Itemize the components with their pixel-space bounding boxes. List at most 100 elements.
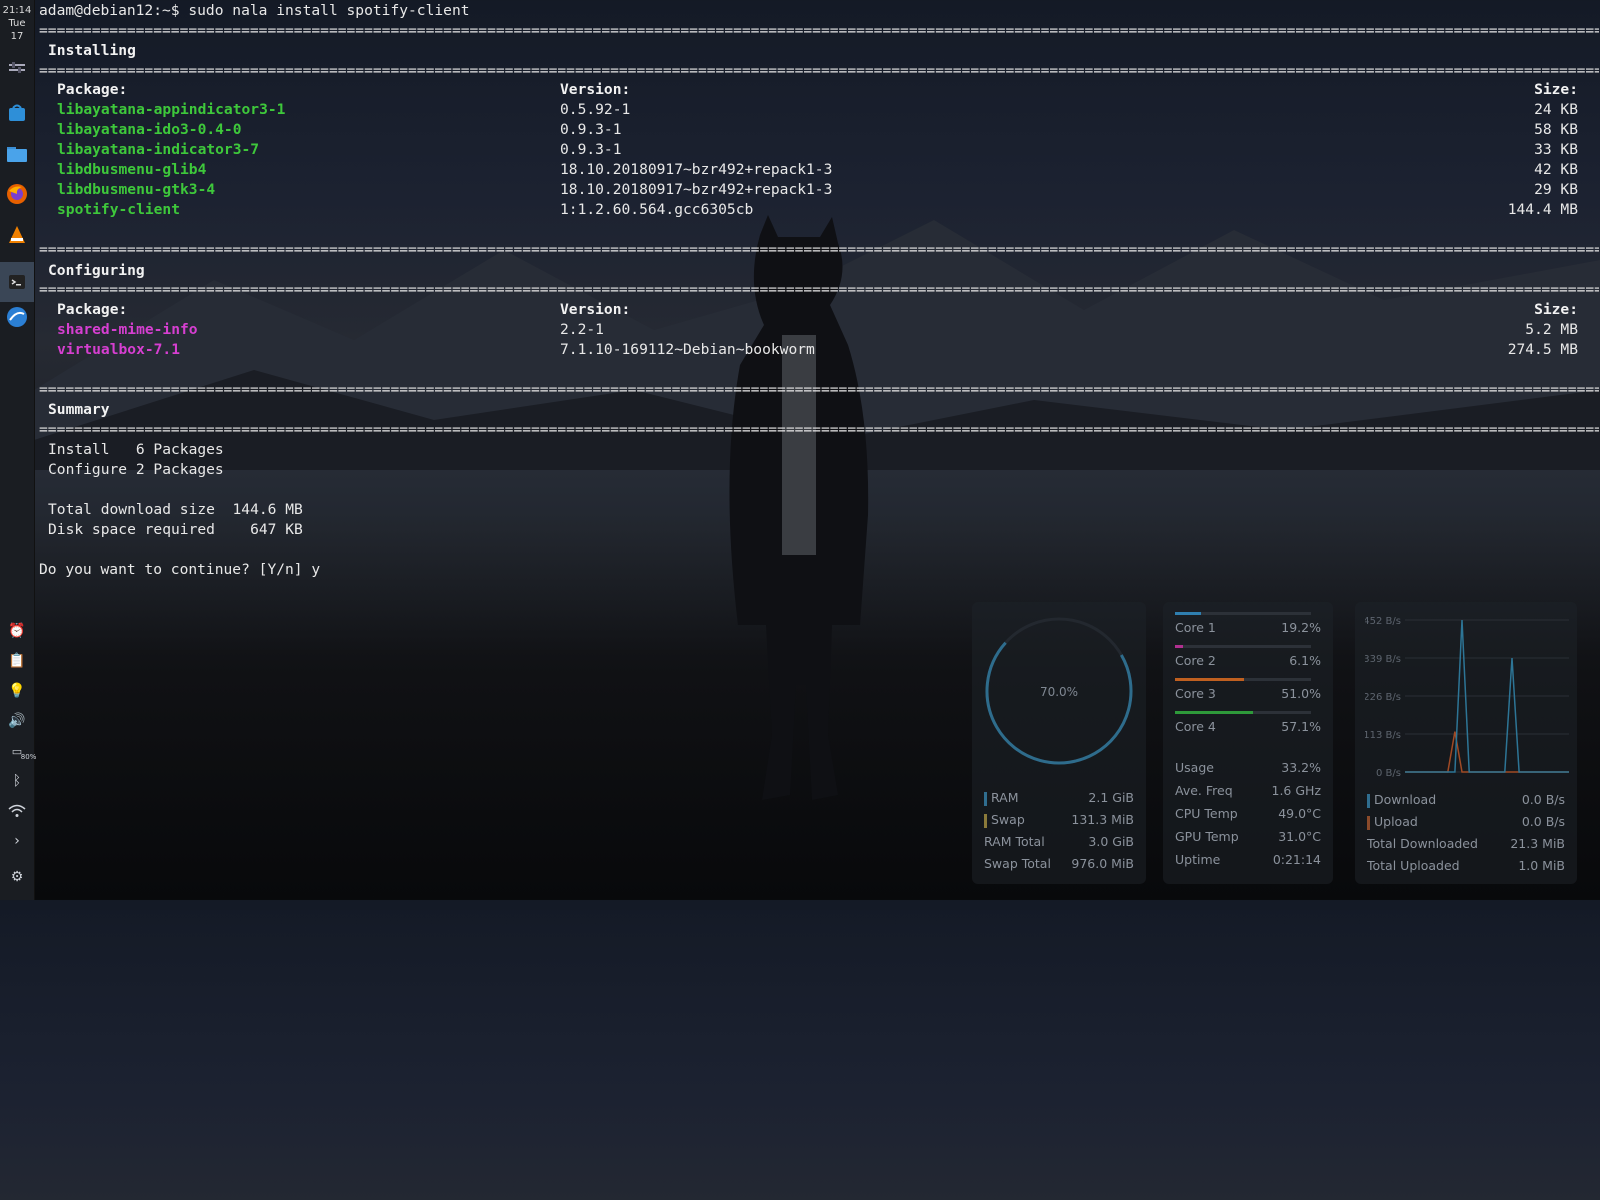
install-package-size: 144.4 MB bbox=[1507, 201, 1578, 218]
separator-line: ========================================… bbox=[39, 62, 1599, 79]
cpu-stat-value: 0:21:14 bbox=[1272, 852, 1321, 867]
cpu-stat-key: CPU Temp bbox=[1175, 806, 1238, 821]
command-prompt: adam@debian12:~$ sudo nala install spoti… bbox=[39, 2, 470, 19]
separator-line: ========================================… bbox=[39, 22, 1599, 39]
left-dock: 21:14 Tue 17 ⏰ 📋 💡 🔊 ▭ 80% ᛒ › ⚙ bbox=[0, 0, 37, 900]
file-manager-icon[interactable] bbox=[4, 141, 30, 167]
separator-line: ========================================… bbox=[39, 421, 1599, 438]
network-row-total-uploaded: Total Uploaded 1.0 MiB bbox=[1367, 858, 1565, 876]
network-tick-label: 452 B/s bbox=[1365, 616, 1401, 627]
summary-install-count: Install 6 Packages bbox=[48, 441, 224, 458]
lightbulb-icon[interactable]: 💡 bbox=[6, 680, 28, 702]
cpu-stat-value: 49.0°C bbox=[1278, 806, 1321, 821]
cpu-core-bar bbox=[1175, 645, 1311, 648]
install-package-size: 58 KB bbox=[1534, 121, 1578, 138]
cpu-core-label: Core 1 bbox=[1175, 620, 1216, 635]
cpu-core-value: 19.2% bbox=[1281, 620, 1321, 635]
wifi-icon[interactable] bbox=[6, 800, 28, 822]
memory-row-swap-total: Swap Total 976.0 MiB bbox=[984, 856, 1134, 874]
summary-configure-count: Configure 2 Packages bbox=[48, 461, 224, 478]
network-tick-label: 113 B/s bbox=[1365, 730, 1401, 741]
network-row-total-downloaded: Total Downloaded 21.3 MiB bbox=[1367, 836, 1565, 854]
cpu-stat-key: Uptime bbox=[1175, 852, 1221, 867]
network-row-key: Total Uploaded bbox=[1367, 858, 1460, 873]
terminal-output[interactable]: adam@debian12:~$ sudo nala install spoti… bbox=[39, 0, 1600, 1200]
install-package-size: 33 KB bbox=[1534, 141, 1578, 158]
download-marker bbox=[1367, 793, 1370, 808]
memory-row-key: Swap Total bbox=[984, 856, 1051, 871]
separator-line: ========================================… bbox=[39, 381, 1599, 398]
network-upload-line bbox=[1405, 731, 1569, 773]
memory-row-ram: RAM 2.1 GiB bbox=[984, 790, 1134, 808]
network-tick-label: 226 B/s bbox=[1365, 692, 1401, 703]
memory-gauge-label: 70.0% bbox=[1040, 685, 1078, 699]
clipboard-icon[interactable]: 📋 bbox=[6, 650, 28, 672]
battery-icon[interactable]: ▭ 80% bbox=[6, 740, 37, 762]
network-row-value: 0.0 B/s bbox=[1521, 814, 1565, 829]
cpu-stat-value: 31.0°C bbox=[1278, 829, 1321, 844]
swap-marker bbox=[984, 813, 987, 828]
cpu-core-bar-fill bbox=[1175, 711, 1253, 714]
network-row-key: Download bbox=[1374, 792, 1437, 807]
cpu-core-value: 51.0% bbox=[1281, 686, 1321, 701]
cpu-stat-value: 33.2% bbox=[1281, 760, 1321, 775]
clock-day: Tue bbox=[8, 18, 26, 29]
panel-settings-icon[interactable] bbox=[4, 56, 30, 82]
cpu-core-value: 57.1% bbox=[1281, 719, 1321, 734]
memory-panel: 70.0% RAM 2.1 GiB Swap 131.3 MiB RAM Tot… bbox=[972, 602, 1146, 884]
cpu-stat-value: 1.6 GHz bbox=[1271, 783, 1322, 798]
network-graph: 452 B/s 339 B/s 226 B/s 113 B/s 0 B/s bbox=[1365, 616, 1569, 779]
memory-row-value: 2.1 GiB bbox=[1088, 790, 1134, 805]
memory-row-value: 131.3 MiB bbox=[1071, 812, 1134, 827]
cpu-core-value: 6.1% bbox=[1289, 653, 1321, 668]
chevron-right-icon[interactable]: › bbox=[6, 830, 28, 852]
cpu-core-bar bbox=[1175, 612, 1311, 615]
clock-date: 17 bbox=[10, 31, 24, 42]
configuring-col-size: Size: bbox=[1534, 301, 1578, 318]
power-menu-icon[interactable]: ⚙ bbox=[6, 866, 28, 888]
continue-prompt: Do you want to continue? [Y/n] y bbox=[39, 561, 321, 578]
browser-icon[interactable] bbox=[4, 304, 30, 330]
network-panel: 452 B/s 339 B/s 226 B/s 113 B/s 0 B/s Downlo… bbox=[1355, 602, 1577, 884]
summary-title: Summary bbox=[48, 401, 110, 418]
firefox-icon[interactable] bbox=[4, 181, 30, 207]
memory-gauge: 70.0% bbox=[985, 617, 1133, 765]
network-tick-label: 0 B/s bbox=[1376, 768, 1401, 779]
vlc-icon[interactable] bbox=[4, 222, 30, 248]
memory-row-value: 3.0 GiB bbox=[1088, 834, 1134, 849]
bluetooth-icon[interactable]: ᛒ bbox=[6, 770, 28, 792]
cpu-stat-row: Uptime 0:21:14 bbox=[1175, 852, 1321, 870]
terminal-icon[interactable] bbox=[0, 262, 34, 302]
cpu-core-bar-fill bbox=[1175, 678, 1245, 681]
cpu-core-label: Core 4 bbox=[1175, 719, 1216, 734]
cpu-stat-row: CPU Temp 49.0°C bbox=[1175, 806, 1321, 824]
cpu-core-row: Core 4 57.1% bbox=[1175, 719, 1321, 737]
memory-row-swap: Swap 131.3 MiB bbox=[984, 812, 1134, 830]
dock-clock[interactable]: 21:14 Tue 17 bbox=[0, 4, 34, 43]
install-package-size: 24 KB bbox=[1534, 101, 1578, 118]
battery-label: 80% bbox=[20, 752, 37, 761]
network-row-upload: Upload 0.0 B/s bbox=[1367, 814, 1565, 832]
separator-line: ========================================… bbox=[39, 281, 1599, 298]
configure-package-size: 274.5 MB bbox=[1507, 341, 1578, 358]
cpu-stat-row: Usage 33.2% bbox=[1175, 760, 1321, 778]
summary-download-size: Total download size 144.6 MB bbox=[48, 501, 303, 518]
memory-row-ram-total: RAM Total 3.0 GiB bbox=[984, 834, 1134, 852]
cpu-core-bar bbox=[1175, 678, 1311, 681]
cpu-core-row: Core 3 51.0% bbox=[1175, 686, 1321, 704]
install-package-size: 42 KB bbox=[1534, 161, 1578, 178]
separator-line: ========================================… bbox=[39, 241, 1599, 258]
install-package-size: 29 KB bbox=[1534, 181, 1578, 198]
cpu-core-bar-fill bbox=[1175, 645, 1184, 648]
installing-title: Installing bbox=[48, 42, 136, 59]
configure-package-size: 5.2 MB bbox=[1525, 321, 1578, 338]
volume-icon[interactable]: 🔊 bbox=[6, 710, 28, 732]
cpu-core-row: Core 1 19.2% bbox=[1175, 620, 1321, 638]
memory-row-key: RAM bbox=[991, 790, 1019, 805]
alarm-icon[interactable]: ⏰ bbox=[6, 620, 28, 642]
cpu-core-label: Core 2 bbox=[1175, 653, 1216, 668]
cpu-stat-key: GPU Temp bbox=[1175, 829, 1239, 844]
memory-row-key: RAM Total bbox=[984, 834, 1045, 849]
software-store-icon[interactable] bbox=[4, 100, 30, 126]
ram-marker bbox=[984, 791, 987, 806]
